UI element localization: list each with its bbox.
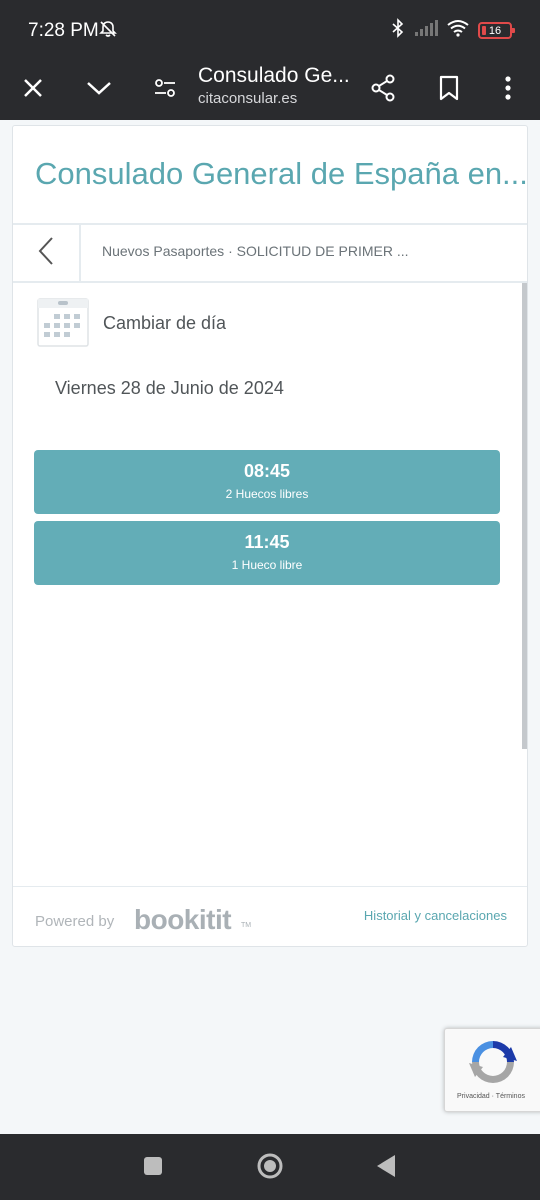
recaptcha-links[interactable]: Privacidad · Términos <box>445 1093 537 1100</box>
change-day-link[interactable]: Cambiar de día <box>103 313 226 334</box>
site-settings-icon[interactable] <box>147 70 183 106</box>
bookmark-icon[interactable] <box>431 70 467 106</box>
triangle-back-icon <box>375 1154 397 1183</box>
circle-icon <box>256 1152 284 1185</box>
breadcrumb: Nuevos Pasaportes · SOLICITUD DE PRIMER … <box>102 243 409 259</box>
scrollbar[interactable] <box>522 283 527 749</box>
square-icon <box>143 1156 163 1181</box>
divider <box>13 281 527 283</box>
recaptcha-icon <box>467 1037 519 1092</box>
back-button[interactable] <box>13 225 81 281</box>
slot-time: 11:45 <box>244 532 290 552</box>
divider <box>13 223 527 225</box>
slot-availability: 1 Hueco libre <box>231 558 303 572</box>
chevron-left-icon <box>37 236 55 271</box>
close-icon[interactable] <box>15 70 51 106</box>
share-icon[interactable] <box>365 70 401 106</box>
time-slot-button[interactable]: 08:45 2 Huecos libres <box>34 450 500 514</box>
navigation-bar <box>0 1134 540 1200</box>
selected-date: Viernes 28 de Junio de 2024 <box>55 378 284 398</box>
bookitit-logo[interactable]: bookitit <box>134 904 232 936</box>
browser-title: Consulado Ge... <box>198 64 350 87</box>
recaptcha-badge[interactable]: Privacidad · Términos <box>444 1028 540 1112</box>
browser-url[interactable]: citaconsular.es <box>198 90 297 107</box>
more-options-icon[interactable] <box>490 70 526 106</box>
calendar-icon[interactable] <box>37 298 89 353</box>
wifi-icon <box>446 19 470 42</box>
status-time: 7:28 PM <box>28 20 99 41</box>
bluetooth-icon <box>390 18 406 43</box>
trademark-mark: TM <box>241 922 252 929</box>
browser-toolbar: Consulado Ge... citaconsular.es <box>0 56 540 120</box>
history-link[interactable]: Historial y cancelaciones <box>364 908 507 923</box>
recents-button[interactable] <box>139 1154 167 1182</box>
home-button[interactable] <box>256 1152 284 1185</box>
chevron-down-icon[interactable] <box>81 70 117 106</box>
booking-card: Consulado General de España en... Nuevos… <box>12 125 528 947</box>
back-nav-button[interactable] <box>372 1154 400 1182</box>
slot-time: 08:45 <box>243 461 291 481</box>
powered-by-text: Powered by <box>35 913 115 930</box>
mute-icon <box>98 19 118 44</box>
battery-icon: 16 <box>478 22 515 39</box>
status-bar: 7:28 PM 16 <box>0 0 540 56</box>
signal-icon <box>414 20 438 41</box>
divider <box>13 886 527 887</box>
page-title: Consulado General de España en... <box>35 156 528 191</box>
slot-availability: 2 Huecos libres <box>225 487 309 501</box>
time-slot-button[interactable]: 11:45 1 Hueco libre <box>34 521 500 585</box>
